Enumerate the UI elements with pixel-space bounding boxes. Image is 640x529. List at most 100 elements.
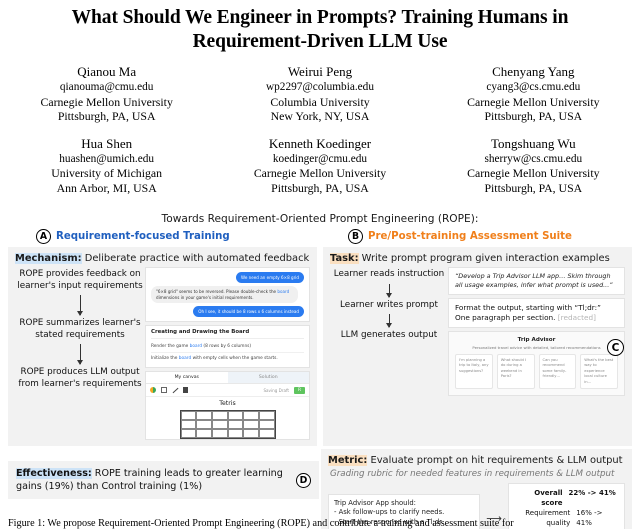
doc-requirement-row: Initialize the board with empty cells wh… [151, 353, 304, 364]
mechanism-heading: Mechanism: Deliberate practice with auto… [15, 253, 310, 264]
score-row: Overall score 22% -> 41% [514, 488, 619, 508]
trip-advisor-app-mockup: Trip Advisor Personalized travel advice … [448, 331, 625, 397]
author-email: huashen@umich.edu [59, 153, 155, 166]
tab-my-canvas[interactable]: My canvas [146, 372, 228, 383]
grid-cell [243, 420, 259, 429]
page-title: What Should We Engineer in Prompts? Trai… [71, 7, 569, 52]
author-entry: Qianou Ma qianouma@cmu.edu Carnegie Mell… [0, 64, 213, 124]
grid-cell [211, 420, 228, 429]
doc-text: (8 rows by 6 columns) [202, 344, 252, 349]
paper-figure-page: What Should We Engineer in Prompts? Trai… [0, 0, 640, 529]
task-label: Task: [330, 253, 359, 264]
grid-cell [258, 411, 275, 420]
author-loc: Pittsburgh, PA, USA [484, 180, 583, 195]
author-email: qianouma@cmu.edu [59, 81, 154, 94]
suggestion-card[interactable]: What should I do during a weekend in Par… [496, 354, 535, 390]
badge-b-icon: B [348, 229, 363, 244]
author-name: Qianou Ma [77, 64, 137, 79]
author-name: Weirui Peng [287, 64, 353, 79]
author-org: Carnegie Mellon University [253, 166, 387, 181]
author-name: Chenyang Yang [492, 64, 575, 79]
author-name: Tongshuang Wu [491, 135, 576, 151]
author-entry: Chenyang Yang cyang3@cs.cmu.edu Carnegie… [427, 64, 640, 124]
effectiveness-text: Effectiveness: ROPE training leads to gr… [16, 467, 296, 493]
author-row-2: Hua Shen huashen@umich.edu University of… [0, 135, 640, 196]
doc-text: Render the game [151, 344, 190, 349]
board-title: Tetris [219, 400, 236, 407]
chat-bubble-user: Oh I see, it should be 8 rows x 6 column… [193, 306, 304, 317]
author-entry: Hua Shen huashen@umich.edu University of… [0, 135, 213, 196]
author-block: Qianou Ma qianouma@cmu.edu Carnegie Mell… [0, 64, 640, 196]
step-label: Learner writes prompt [340, 299, 438, 310]
author-org: Carnegie Mellon University [40, 94, 173, 109]
figure-caption: Figure 1: We propose Requirement-Oriente… [8, 518, 514, 529]
tab-solution[interactable]: Solution [227, 372, 309, 383]
author-entry: Weirui Peng wp2297@columbia.edu Columbia… [213, 64, 426, 124]
step-label: ROPE summarizes learner's stated require… [19, 318, 141, 340]
pencil-icon[interactable] [172, 387, 178, 393]
step-label: Learner reads instruction [333, 269, 445, 279]
panel-b-flow: Learner reads instruction Learner writes… [330, 267, 625, 397]
grid-cell [243, 411, 259, 420]
down-arrow-icon [77, 344, 83, 366]
author-org: Carnegie Mellon University [467, 94, 600, 109]
palette-icon[interactable] [150, 387, 156, 393]
badge-c-icon: C [607, 339, 624, 356]
panel-b: Task: Write prompt program given interac… [323, 247, 632, 446]
author-loc: Ann Arbor, MI, USA [56, 180, 157, 195]
app-suggestion-cards: I'm planning a trip to Italy, any sugges… [455, 354, 618, 390]
upload-icon[interactable] [161, 387, 167, 393]
run-button[interactable]: R [293, 386, 305, 394]
author-email: cyang3@cs.cmu.edu [486, 81, 581, 94]
author-loc: Pittsburgh, PA, USA [484, 109, 583, 124]
instruction-quote: “Develop a Trip Advisor LLM app… Skim th… [448, 267, 625, 295]
doc-link-board[interactable]: board [179, 356, 191, 361]
author-name: Hua Shen [81, 135, 133, 151]
author-org: Carnegie Mellon University [467, 166, 600, 181]
fill-icon[interactable] [182, 387, 188, 393]
app-subtitle: Personalized travel advice with detailed… [472, 345, 601, 350]
step-label: ROPE produces LLM output from learner's … [18, 367, 142, 389]
suggestion-card[interactable]: What's the best way to experience local … [580, 354, 618, 390]
grid-cell [227, 411, 244, 420]
badge-d-icon: D [296, 472, 311, 488]
metric-heading: Metric: Evaluate prompt on hit requireme… [328, 455, 625, 466]
grid-cell [258, 429, 275, 438]
panel-a-title: Requirement-focused Training [56, 231, 230, 242]
suggestion-card[interactable]: I'm planning a trip to Italy, any sugges… [455, 354, 493, 390]
grid-cell [243, 429, 259, 438]
chat-mockup: We need an empty 6×8 grid "6×8 grid" see… [145, 267, 310, 322]
grid-cell [258, 420, 275, 429]
grid-cell [180, 420, 197, 429]
app-title: Trip Advisor [517, 337, 556, 343]
chat-bubble-assistant: "6×8 grid" seems to be reversed. Please … [151, 286, 298, 303]
grid-cell [180, 411, 197, 420]
panel-b-title: Pre/Post-training Assessment Suite [368, 231, 572, 242]
author-email: wp2297@columbia.edu [266, 81, 374, 94]
panel-a-flow: ROPE provides feedback on learner's inpu… [15, 267, 310, 440]
author-loc: New York, NY, USA [270, 109, 370, 124]
save-status-label: Saving Draft [263, 387, 289, 393]
mechanism-label: Mechanism: [15, 253, 82, 264]
chat-text: "6×8 grid" seems to be reversed. Please … [156, 288, 278, 294]
suggestion-card[interactable]: Can you recommend some family-friendly… [538, 354, 577, 390]
doc-link-board[interactable]: board [190, 344, 202, 349]
grid-cell [211, 429, 228, 438]
step-label: ROPE provides feedback on learner's inpu… [17, 269, 143, 291]
rubric-line: Trip Advisor App should: [334, 498, 416, 507]
task-heading: Task: Write prompt program given interac… [330, 253, 625, 264]
requirements-doc-mockup: Creating and Drawing the Board Render th… [145, 325, 310, 368]
down-arrow-icon [77, 295, 83, 317]
effectiveness-box: Effectiveness: ROPE training leads to gr… [8, 461, 319, 499]
chat-link-board[interactable]: board [277, 289, 289, 294]
figure-header: Towards Requirement-Oriented Prompt Engi… [161, 213, 479, 225]
author-row-1: Qianou Ma qianouma@cmu.edu Carnegie Mell… [0, 64, 640, 124]
grid-cell [180, 429, 197, 438]
author-name: Kenneth Koedinger [268, 135, 372, 151]
doc-title: Creating and Drawing the Board [151, 329, 304, 339]
grid-cell [196, 411, 212, 420]
doc-text: Initialize the [151, 356, 179, 361]
grid-cell [227, 420, 244, 429]
canvas-mockup: My canvas Solution Saving Draft R Tetris [145, 371, 310, 440]
panel-a-header: A Requirement-focused Training [8, 229, 320, 244]
